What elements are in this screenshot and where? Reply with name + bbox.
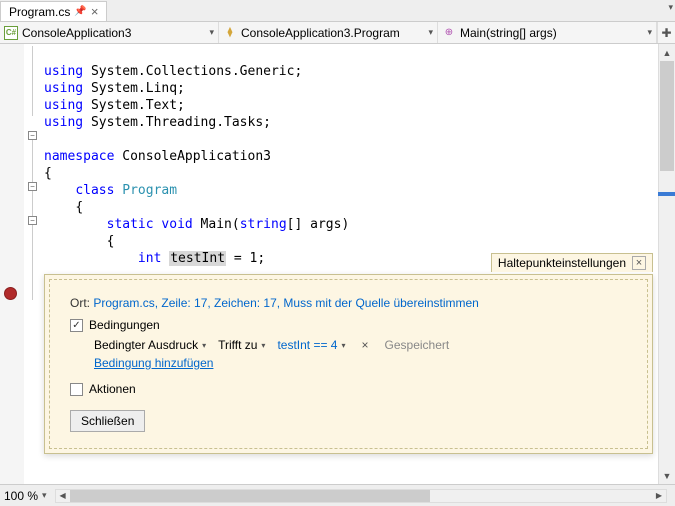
close-icon[interactable]: × xyxy=(91,5,99,18)
navigation-bar: C# ConsoleApplication3 ▾ ⧫ ConsoleApplic… xyxy=(0,22,675,44)
zoom-level[interactable]: 100 % xyxy=(4,489,38,503)
scroll-left-icon[interactable]: ◀ xyxy=(56,490,70,502)
pin-icon[interactable]: 📌 xyxy=(74,6,86,17)
split-editor-button[interactable]: ✚ xyxy=(657,22,675,43)
code-editor[interactable]: − − − using System.Collections.Generic; … xyxy=(0,44,675,484)
file-tab[interactable]: Program.cs 📌 × xyxy=(0,1,107,21)
condition-row: Bedingter Ausdruck▾ Trifft zu▾ testInt =… xyxy=(70,338,627,352)
breakpoint-gutter[interactable] xyxy=(0,44,24,484)
outline-toggle[interactable]: − xyxy=(28,182,37,191)
scrollbar-thumb[interactable] xyxy=(70,490,430,502)
outline-toggle[interactable]: − xyxy=(28,131,37,140)
method-icon: ⊕ xyxy=(442,26,456,40)
document-tab-bar: Program.cs 📌 × ▾ xyxy=(0,0,675,22)
scroll-up-icon[interactable]: ▲ xyxy=(659,44,675,61)
nav-method-dropdown[interactable]: ⊕ Main(string[] args) ▾ xyxy=(438,22,657,43)
panel-title-tab: Haltepunkteinstellungen × xyxy=(491,253,653,272)
editor-footer: 100 % ▾ ◀ ▶ xyxy=(0,484,675,506)
location-link[interactable]: Program.cs, Zeile: 17, Zeichen: 17, Muss… xyxy=(93,296,479,310)
horizontal-scrollbar[interactable]: ◀ ▶ xyxy=(55,489,667,503)
chevron-down-icon: ▾ xyxy=(647,27,652,38)
scroll-down-icon[interactable]: ▼ xyxy=(659,467,675,484)
breakpoint-marker-icon[interactable] xyxy=(4,287,17,300)
conditions-checkbox[interactable]: ✓ xyxy=(70,319,83,332)
conditions-label: Bedingungen xyxy=(89,318,160,332)
nav-class-dropdown[interactable]: ⧫ ConsoleApplication3.Program ▾ xyxy=(219,22,438,43)
outline-toggle[interactable]: − xyxy=(28,216,37,225)
chevron-down-icon: ▾ xyxy=(209,27,214,38)
tab-title: Program.cs xyxy=(9,5,70,19)
tab-overflow-icon[interactable]: ▾ xyxy=(668,2,673,13)
chevron-down-icon[interactable]: ▾ xyxy=(42,490,47,501)
saved-label: Gespeichert xyxy=(385,338,450,352)
actions-label: Aktionen xyxy=(89,382,136,396)
nav-project-dropdown[interactable]: C# ConsoleApplication3 ▾ xyxy=(0,22,219,43)
condition-expression-field[interactable]: testInt == 4▾ xyxy=(277,338,345,352)
scroll-right-icon[interactable]: ▶ xyxy=(652,490,666,502)
nav-class-label: ConsoleApplication3.Program xyxy=(241,26,400,40)
breakpoint-location: Ort: Program.cs, Zeile: 17, Zeichen: 17,… xyxy=(70,296,627,310)
condition-operator-dropdown[interactable]: Trifft zu▾ xyxy=(218,338,265,352)
close-button[interactable]: Schließen xyxy=(70,410,145,432)
vertical-scrollbar[interactable]: ▲ ▼ xyxy=(658,44,675,484)
nav-project-label: ConsoleApplication3 xyxy=(22,26,131,40)
outlining-margin[interactable]: − − − xyxy=(24,44,44,484)
add-condition-link[interactable]: Bedingung hinzufügen xyxy=(70,356,213,370)
actions-checkbox[interactable] xyxy=(70,383,83,396)
chevron-down-icon: ▾ xyxy=(428,27,433,38)
condition-type-dropdown[interactable]: Bedingter Ausdruck▾ xyxy=(94,338,206,352)
remove-condition-icon[interactable]: × xyxy=(358,338,373,352)
scrollbar-marker xyxy=(658,192,675,196)
csharp-project-icon: C# xyxy=(4,26,18,40)
scrollbar-thumb[interactable] xyxy=(660,61,674,171)
panel-title: Haltepunkteinstellungen xyxy=(498,256,626,270)
nav-method-label: Main(string[] args) xyxy=(460,26,557,40)
breakpoint-settings-panel: Haltepunkteinstellungen × Ort: Program.c… xyxy=(44,274,653,454)
close-icon[interactable]: × xyxy=(632,256,646,270)
class-icon: ⧫ xyxy=(223,26,237,40)
